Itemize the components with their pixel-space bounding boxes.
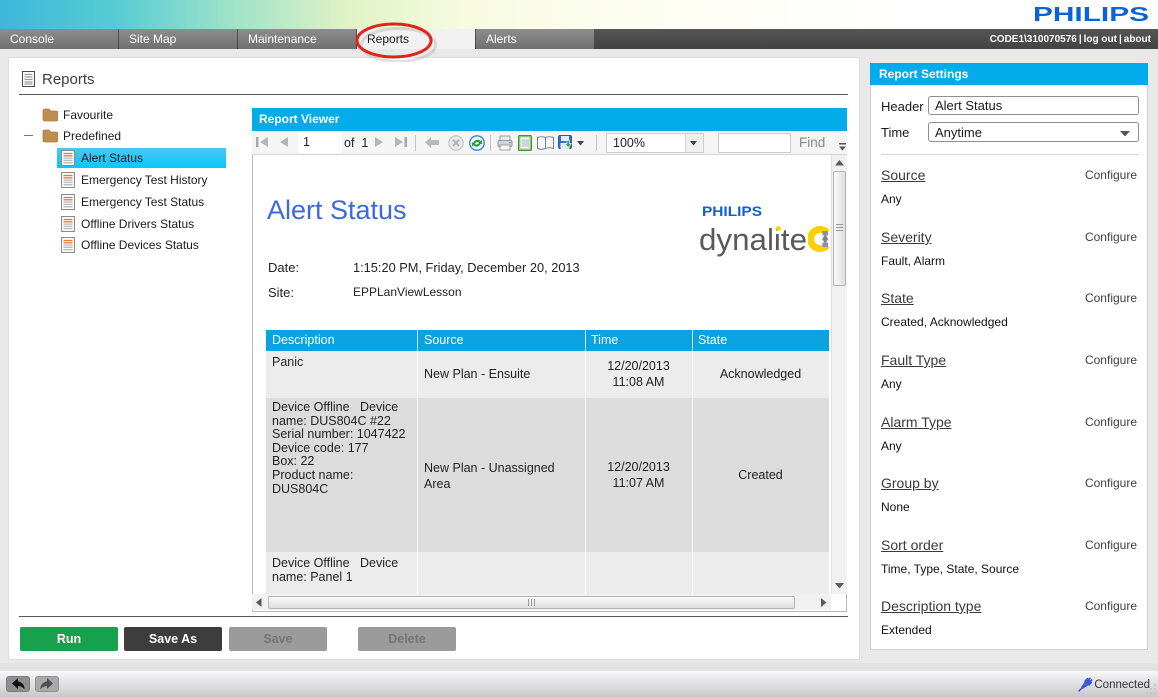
svg-text:PHILIPS: PHILIPS xyxy=(1033,4,1149,26)
svg-text:PHILIPS: PHILIPS xyxy=(702,203,762,219)
svg-text:dynalite: dynalite xyxy=(699,222,807,257)
